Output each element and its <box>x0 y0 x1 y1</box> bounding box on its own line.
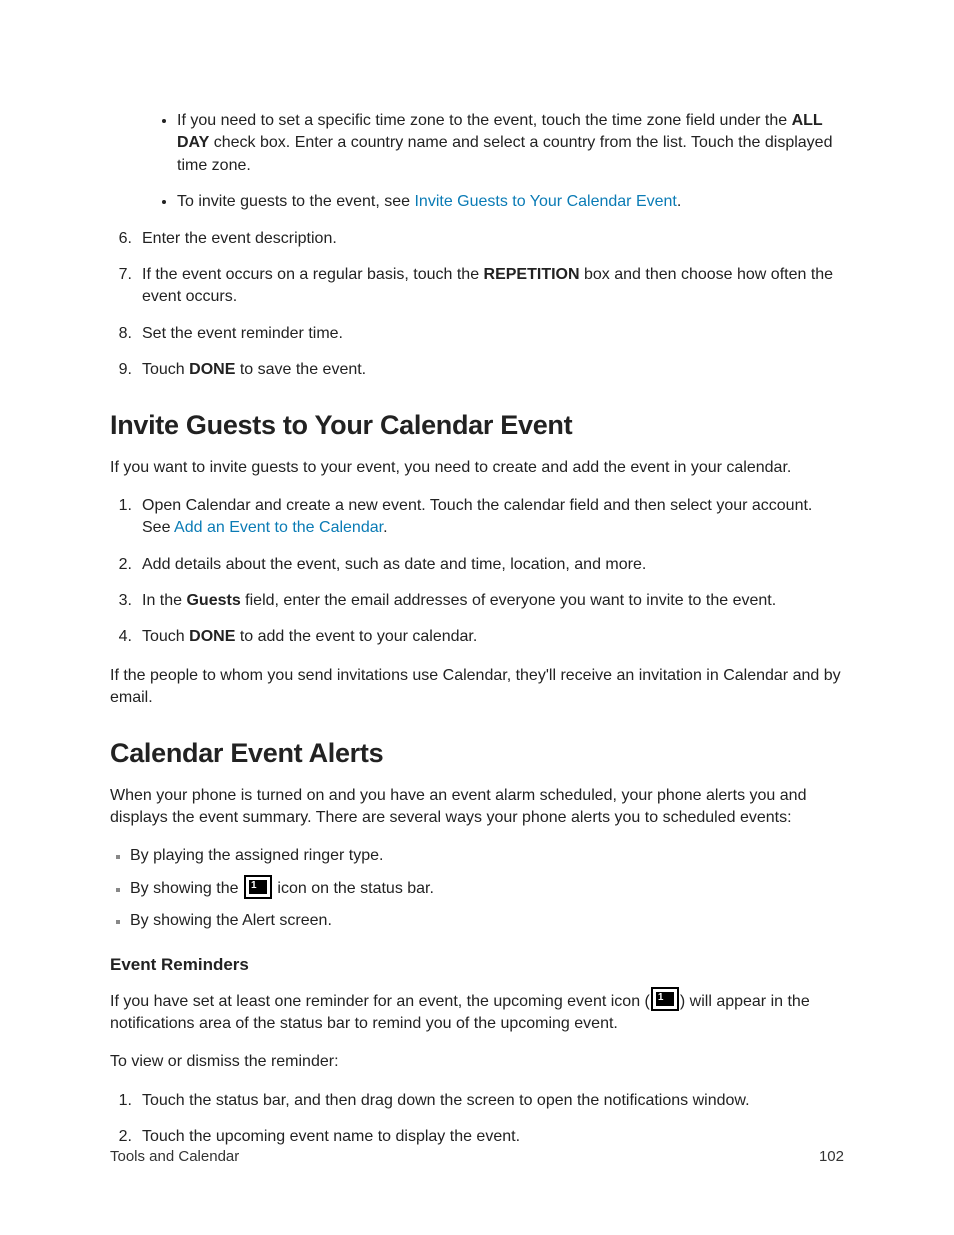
view-step-2: Touch the upcoming event name to display… <box>134 1126 844 1148</box>
footer-page-number: 102 <box>819 1148 844 1165</box>
text: In the <box>142 592 186 609</box>
bold-text: Guests <box>186 592 240 609</box>
alert-item-1: By playing the assigned ringer type. <box>130 845 844 867</box>
step-8: Set the event reminder time. <box>134 323 844 345</box>
bold-text: DONE <box>189 628 235 645</box>
bullet-invite: To invite guests to the event, see Invit… <box>177 191 844 213</box>
calendar-date-icon: 1 <box>651 987 679 1011</box>
document-page: If you need to set a specific time zone … <box>0 0 954 1235</box>
text: If you need to set a specific time zone … <box>177 112 792 129</box>
heading-invite-guests: Invite Guests to Your Calendar Event <box>110 410 844 441</box>
alert-item-2: By showing the 1 icon on the status bar. <box>130 878 844 900</box>
paragraph: If you want to invite guests to your eve… <box>110 457 844 479</box>
bold-text: DONE <box>189 361 235 378</box>
view-step-1: Touch the status bar, and then drag down… <box>134 1090 844 1112</box>
paragraph: If the people to whom you send invitatio… <box>110 665 844 710</box>
text: check box. Enter a country name and sele… <box>177 134 832 173</box>
bold-text: REPETITION <box>484 266 580 283</box>
text: Touch <box>142 628 189 645</box>
alert-item-3: By showing the Alert screen. <box>130 910 844 932</box>
text: By showing the <box>130 880 243 897</box>
step-9: Touch DONE to save the event. <box>134 359 844 381</box>
link-add-event[interactable]: Add an Event to the Calendar <box>174 519 383 536</box>
step-6: Enter the event description. <box>134 228 844 250</box>
text: If the event occurs on a regular basis, … <box>142 266 484 283</box>
continuation-bullet-list: If you need to set a specific time zone … <box>132 110 844 214</box>
text: icon on the status bar. <box>273 880 434 897</box>
bullet-timezone: If you need to set a specific time zone … <box>177 110 844 177</box>
invite-step-2: Add details about the event, such as dat… <box>134 554 844 576</box>
text: Add details about the event, such as dat… <box>142 556 646 573</box>
paragraph: When your phone is turned on and you hav… <box>110 785 844 830</box>
invite-step-3: In the Guests field, enter the email add… <box>134 590 844 612</box>
icon-day-number: 1 <box>249 880 267 894</box>
calendar-date-icon: 1 <box>244 875 272 899</box>
view-dismiss-list: Touch the status bar, and then drag down… <box>110 1090 844 1149</box>
text: to add the event to your calendar. <box>235 628 477 645</box>
step-7: If the event occurs on a regular basis, … <box>134 264 844 309</box>
heading-event-reminders: Event Reminders <box>110 955 844 975</box>
invite-step-1: Open Calendar and create a new event. To… <box>134 495 844 540</box>
alerts-list: By playing the assigned ringer type. By … <box>110 845 844 932</box>
text: Touch <box>142 361 189 378</box>
text: to save the event. <box>235 361 366 378</box>
text: Touch the upcoming event name to display… <box>142 1128 520 1145</box>
text: . <box>677 193 681 210</box>
text: Set the event reminder time. <box>142 325 343 342</box>
text: If you have set at least one reminder fo… <box>110 993 650 1010</box>
link-invite-guests[interactable]: Invite Guests to Your Calendar Event <box>414 193 676 210</box>
invite-step-4: Touch DONE to add the event to your cale… <box>134 626 844 648</box>
text: . <box>383 519 387 536</box>
paragraph: To view or dismiss the reminder: <box>110 1051 844 1073</box>
text: To invite guests to the event, see <box>177 193 414 210</box>
invite-steps-list: Open Calendar and create a new event. To… <box>110 495 844 649</box>
heading-calendar-alerts: Calendar Event Alerts <box>110 738 844 769</box>
text: By playing the assigned ringer type. <box>130 847 383 864</box>
text: Touch the status bar, and then drag down… <box>142 1092 750 1109</box>
page-footer: Tools and Calendar 102 <box>110 1148 844 1165</box>
text: Enter the event description. <box>142 230 337 247</box>
footer-section-title: Tools and Calendar <box>110 1148 239 1165</box>
steps-list-continued: Enter the event description. If the even… <box>110 228 844 382</box>
paragraph: If you have set at least one reminder fo… <box>110 991 844 1036</box>
text: field, enter the email addresses of ever… <box>241 592 776 609</box>
icon-day-number: 1 <box>656 992 674 1006</box>
text: By showing the Alert screen. <box>130 912 332 929</box>
